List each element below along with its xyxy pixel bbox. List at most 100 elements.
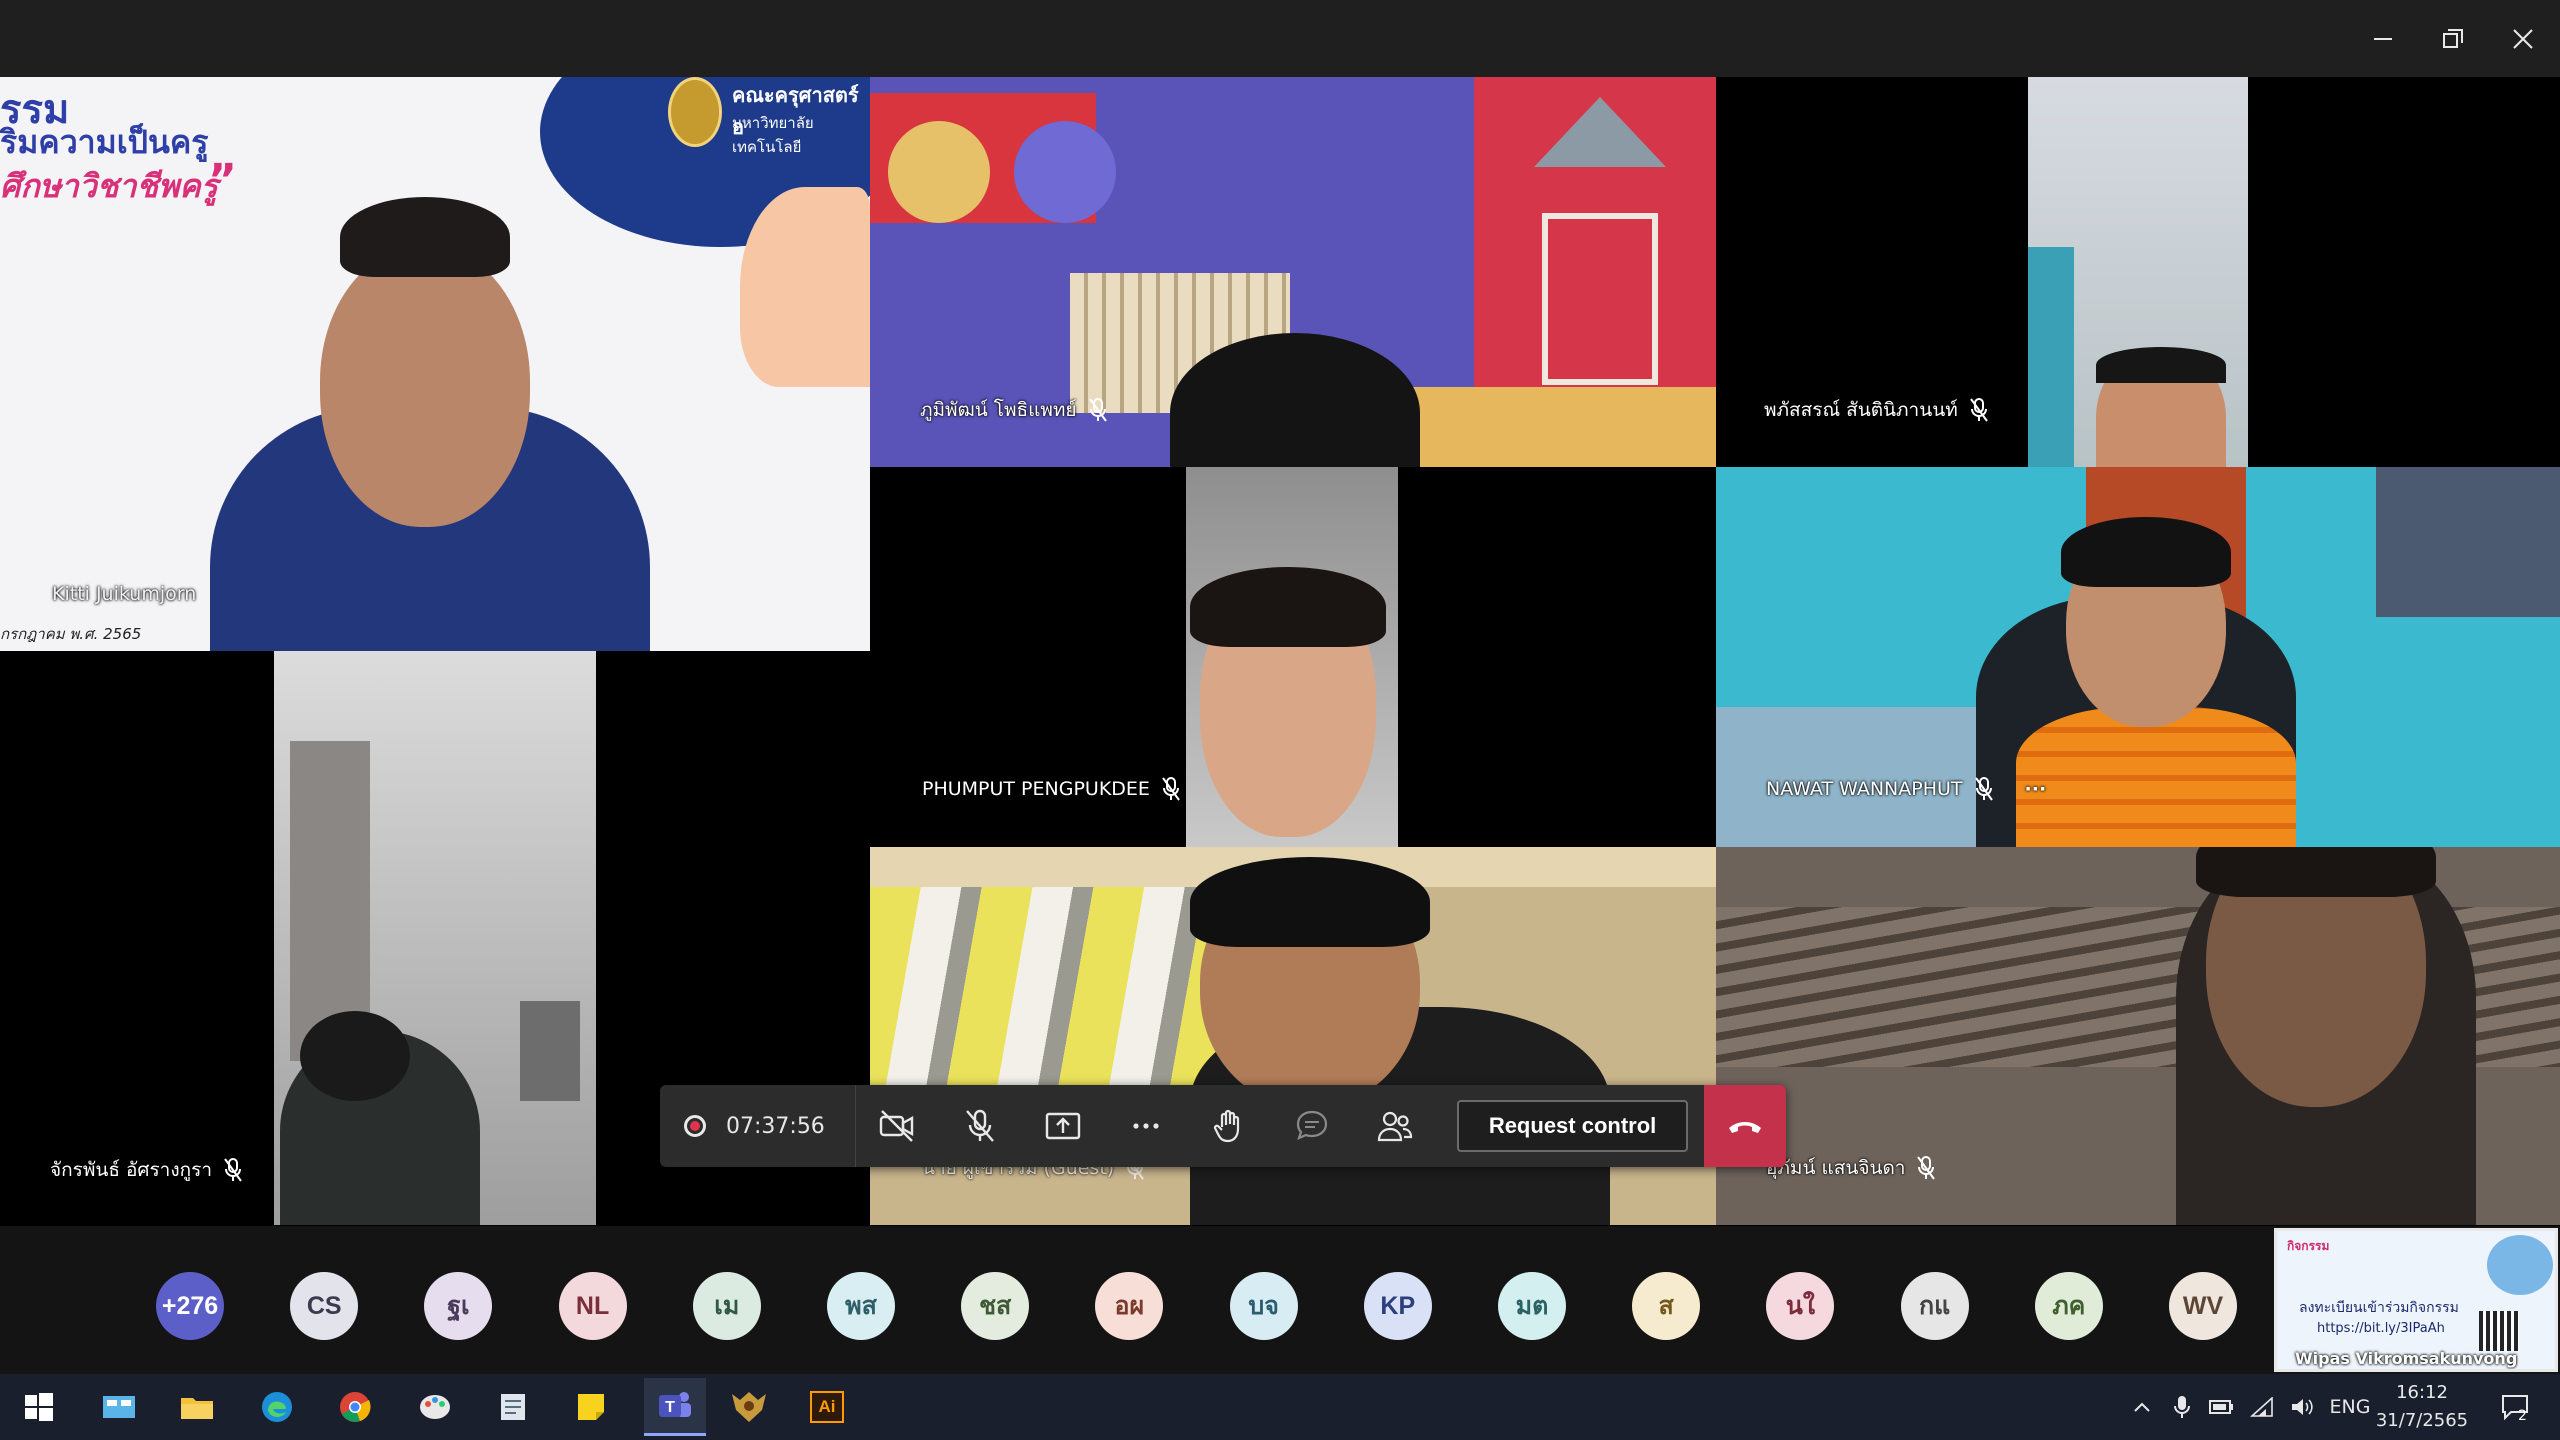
chevron-up-icon[interactable] [2122,1401,2162,1413]
participant-avatar[interactable]: มต [1498,1272,1566,1340]
participant-shirt [2016,707,2296,847]
recording-indicator: 07:37:56 [660,1085,856,1167]
wifi-icon[interactable] [2242,1397,2282,1417]
title-bar [0,0,2560,77]
game-icon[interactable] [724,1382,774,1432]
meeting-controls: 07:37:56 Request control [660,1085,1786,1167]
participant-avatar[interactable]: เม [692,1272,761,1340]
participants-icon[interactable] [1354,1085,1437,1167]
participant-video-tile[interactable]: พภัสสรณ์ สันตินิภานนท์ [1716,77,2560,467]
recording-icon [684,1115,706,1137]
wall-art [1014,121,1116,223]
picture-frame [1542,213,1658,385]
participant-name-tag: จักรพันธ์ อัศรางกูรา [50,1155,242,1185]
paint-icon[interactable] [410,1382,460,1432]
participant-avatar[interactable]: NL [558,1272,627,1340]
participant-video-tile[interactable]: นาย ผู้เข้าร่วม (Guest) [870,847,1716,1225]
clock[interactable]: 16:12 31/7/2565 [2372,1378,2472,1436]
battery-icon[interactable] [2202,1399,2242,1415]
close-icon[interactable] [2488,0,2558,77]
participant-video-tile[interactable]: อุภัมน์ แสนจินดา [1716,847,2560,1225]
file-explorer-icon[interactable] [172,1382,222,1432]
content-share-thumbnail[interactable]: กิจกรรม ลงทะเบียนเข้าร่วมกิจกรรม https:/… [2274,1228,2558,1372]
quote-mark-icon: ” [208,155,237,206]
participant-hair [2096,347,2226,383]
cartoon-illustration [740,187,870,387]
edge-icon[interactable] [252,1382,302,1432]
participant-name-tag: NAWAT WANNAPHUT ··· [1766,777,2046,801]
participant-avatar[interactable]: CS [290,1272,359,1340]
participant-avatar[interactable]: นใ [1766,1272,1835,1340]
mic-off-button[interactable] [939,1085,1022,1167]
participant-avatar[interactable]: บจ [1229,1272,1298,1340]
participant-avatar[interactable]: KP [1363,1272,1432,1340]
participant-video-tile[interactable]: ภูมิพัฒน์ โพธิแพทย์ [870,77,1716,467]
participant-name-tag: PHUMPUT PENGPUKDEE [922,777,1180,801]
participant-avatar[interactable]: ภค [2034,1272,2103,1340]
illustrator-icon[interactable]: Ai [802,1382,852,1432]
participant-name: พภัสสรณ์ สันตินิภานนท์ [1764,399,1958,421]
volume-icon[interactable] [2282,1397,2322,1417]
thumbnail-presenter-name: Wipas Vikromsakunvong [2295,1349,2518,1368]
participant-name-tag: ภูมิพัฒน์ โพธิแพทย์ [920,395,1107,425]
participant-name-tag: อุภัมน์ แสนจินดา [1766,1153,1936,1183]
more-icon[interactable] [1105,1085,1188,1167]
windows-start-icon[interactable] [14,1382,64,1432]
share-tray-icon[interactable] [1022,1085,1105,1167]
participant-name-tag: Kitti Juikumjorn [52,583,196,605]
participant-avatar[interactable]: ชส [961,1272,1030,1340]
participant-hair [2196,847,2436,897]
university-logo [668,77,722,147]
participant-avatar[interactable]: พส [827,1272,895,1340]
teams-icon[interactable]: T [644,1378,706,1436]
wall [2028,247,2074,467]
sticky-notes-icon[interactable] [566,1382,616,1432]
chat-icon[interactable] [1271,1085,1354,1167]
participant-name: PHUMPUT PENGPUKDEE [922,778,1150,800]
mic-off-icon [1969,398,1988,422]
chair [520,1001,580,1101]
notification-count: 2 [2518,1408,2527,1424]
raise-hand-icon[interactable] [1188,1085,1271,1167]
poster [2376,467,2560,617]
mic-off-icon [1974,777,1993,801]
chrome-icon[interactable] [330,1382,380,1432]
presenter-hair [340,197,510,277]
participant-avatar[interactable]: อผ [1095,1272,1164,1340]
request-control-button[interactable]: Request control [1456,1100,1689,1152]
participant-avatar[interactable]: WV [2169,1272,2237,1340]
thumbnail-header: กิจกรรม [2287,1239,2330,1253]
participant-avatar[interactable]: +276 [156,1272,224,1340]
hang-up-icon[interactable] [1704,1085,1786,1167]
banner-date: กรกฎาคม พ.ศ. 2565 [0,625,142,643]
mic-off-icon [224,1158,242,1182]
notepad-icon[interactable] [488,1382,538,1432]
illustrator-label: Ai [810,1391,844,1423]
language-indicator[interactable]: ENG [2322,1396,2378,1418]
cabinet [1390,387,1716,467]
participant-video-tile[interactable]: NAWAT WANNAPHUT ··· [1716,467,2560,847]
participant-name: NAWAT WANNAPHUT [1766,778,1963,800]
participant-avatar[interactable]: กแ [1900,1272,1969,1340]
clock-date: 31/7/2565 [2375,1410,2469,1431]
participant-avatar[interactable]: ฐเ [424,1272,493,1340]
microphone-icon[interactable] [2162,1395,2202,1419]
camera-off-icon[interactable] [856,1085,939,1167]
more-options-icon[interactable]: ··· [2025,778,2047,800]
participant-video-tile[interactable]: PHUMPUT PENGPUKDEE [870,467,1716,847]
thumbnail-illustration [2487,1235,2553,1295]
participant-name: ภูมิพัฒน์ โพธิแพทย์ [920,399,1077,421]
system-tray: ENG [2122,1374,2378,1440]
thumbnail-link: https://bit.ly/3IPaAh [2317,1321,2445,1336]
restore-icon[interactable] [2418,0,2488,77]
participant-name-tag: พภัสสรณ์ สันตินิภานนท์ [1764,395,1988,425]
minimize-icon[interactable] [2348,0,2418,77]
participant-avatar[interactable]: ส [1632,1272,1701,1340]
notification-center[interactable]: 2 [2490,1382,2540,1432]
participant-name: อุภัมน์ แสนจินดา [1766,1157,1906,1179]
mic-off-icon [1162,777,1180,801]
participant-hair [1190,857,1430,947]
task-view-icon[interactable] [94,1382,144,1432]
presenter-video-tile[interactable]: รรม ริมความเป็นครู ศึกษาวิชาชีพครู ” คณะ… [0,77,870,651]
participant-hair [1190,567,1386,647]
